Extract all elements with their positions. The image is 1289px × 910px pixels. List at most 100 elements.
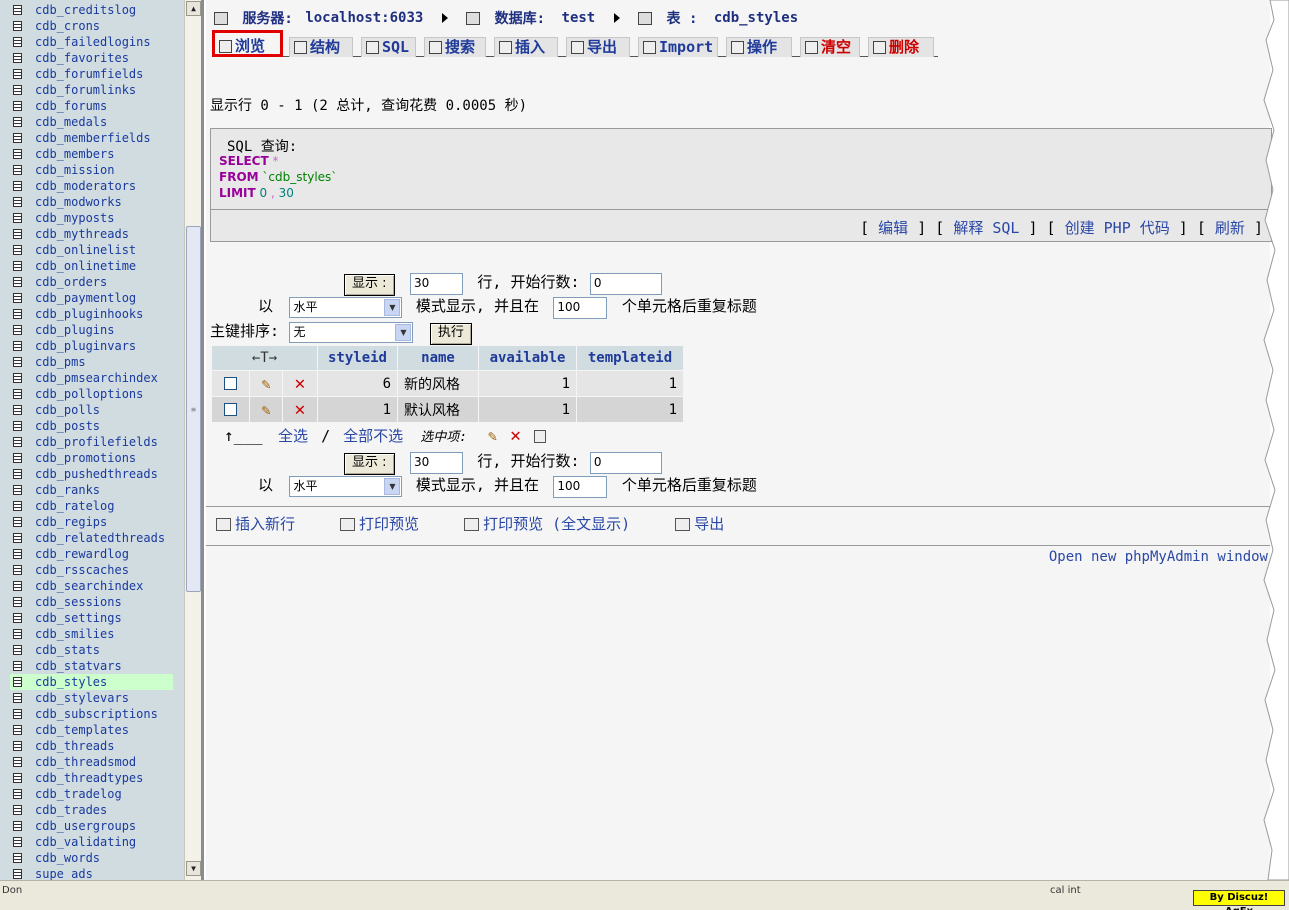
print-view-full-link[interactable]: 打印预览 (全文显示) <box>483 515 630 533</box>
table-icon[interactable] <box>13 837 22 847</box>
sidebar-table-link[interactable]: cdb_statvars <box>35 659 122 673</box>
sidebar-table-item[interactable]: cdb_templates <box>0 722 184 738</box>
export-selected-icon[interactable] <box>533 430 546 443</box>
sidebar-table-link[interactable]: cdb_smilies <box>35 627 114 641</box>
frame-divider[interactable] <box>201 0 204 880</box>
display-mode-select[interactable]: 水平 ▼ <box>289 476 403 497</box>
sidebar-table-link[interactable]: cdb_memberfields <box>35 131 151 145</box>
table-icon[interactable] <box>13 613 22 623</box>
table-icon[interactable] <box>13 149 22 159</box>
tab-export[interactable]: 导出 <box>566 37 630 57</box>
edit-pencil-icon[interactable]: ✎ <box>262 401 271 419</box>
rows-input[interactable]: 30 <box>409 273 463 295</box>
sidebar-table-link[interactable]: cdb_templates <box>35 723 129 737</box>
sidebar-table-link[interactable]: cdb_plugins <box>35 323 114 337</box>
print-view-link[interactable]: 打印预览 <box>359 515 419 533</box>
sidebar-table-item[interactable]: cdb_moderators <box>0 178 184 194</box>
sidebar-table-item[interactable]: cdb_searchindex <box>0 578 184 594</box>
sidebar-table-item[interactable]: cdb_stats <box>0 642 184 658</box>
create-php-link[interactable]: 创建 PHP 代码 <box>1065 219 1170 237</box>
sidebar-table-link[interactable]: cdb_sessions <box>35 595 122 609</box>
sidebar-table-link[interactable]: cdb_mission <box>35 163 114 177</box>
sidebar-table-link[interactable]: cdb_pluginvars <box>35 339 136 353</box>
sidebar-table-link[interactable]: cdb_members <box>35 147 114 161</box>
sidebar-table-link[interactable]: cdb_forumfields <box>35 67 143 81</box>
sidebar-table-link[interactable]: cdb_threads <box>35 739 114 753</box>
table-icon[interactable] <box>13 325 22 335</box>
table-icon[interactable] <box>13 805 22 815</box>
sidebar-table-link[interactable]: cdb_failedlogins <box>35 35 151 49</box>
table-icon[interactable] <box>13 421 22 431</box>
sidebar-table-item[interactable]: cdb_trades <box>0 802 184 818</box>
column-arrows[interactable]: ←T→ <box>212 346 317 370</box>
table-icon[interactable] <box>13 85 22 95</box>
sidebar-scrollbar[interactable]: ▲ ≡ ▼ <box>184 0 201 880</box>
sidebar-table-item[interactable]: cdb_usergroups <box>0 818 184 834</box>
sidebar-table-link[interactable]: cdb_trades <box>35 803 107 817</box>
sidebar-table-link[interactable]: cdb_onlinetime <box>35 259 136 273</box>
sidebar-table-link[interactable]: cdb_usergroups <box>35 819 136 833</box>
sidebar-table-item[interactable]: cdb_forumlinks <box>0 82 184 98</box>
sidebar-table-link[interactable]: cdb_polloptions <box>35 387 143 401</box>
sidebar-table-item[interactable]: cdb_threadtypes <box>0 770 184 786</box>
rows-input[interactable]: 30 <box>409 452 463 474</box>
row-checkbox[interactable] <box>224 377 238 390</box>
sidebar-table-item[interactable]: cdb_styles <box>0 674 184 690</box>
sidebar-table-item[interactable]: cdb_members <box>0 146 184 162</box>
sidebar-table-link[interactable]: cdb_pushedthreads <box>35 467 158 481</box>
table-icon[interactable] <box>13 485 22 495</box>
table-icon[interactable] <box>13 37 22 47</box>
sidebar-table-item[interactable]: cdb_promotions <box>0 450 184 466</box>
table-icon[interactable] <box>13 101 22 111</box>
sidebar-table-link[interactable]: cdb_subscriptions <box>35 707 158 721</box>
sidebar-table-item[interactable]: cdb_polls <box>0 402 184 418</box>
sidebar-table-link[interactable]: cdb_tradelog <box>35 787 122 801</box>
sidebar-table-item[interactable]: cdb_threads <box>0 738 184 754</box>
table-icon[interactable] <box>13 437 22 447</box>
scroll-down-button[interactable]: ▼ <box>186 861 201 876</box>
sidebar-table-item[interactable]: cdb_paymentlog <box>0 290 184 306</box>
table-icon[interactable] <box>13 581 22 591</box>
table-icon[interactable] <box>13 373 22 383</box>
export-link[interactable]: 导出 <box>694 515 724 533</box>
table-icon[interactable] <box>13 517 22 527</box>
sort-select[interactable]: 无 ▼ <box>289 322 414 343</box>
table-icon[interactable] <box>13 869 22 879</box>
sidebar-table-link[interactable]: cdb_pluginhooks <box>35 307 143 321</box>
sidebar-table-item[interactable]: cdb_stylevars <box>0 690 184 706</box>
table-link[interactable]: cdb_styles <box>714 10 798 26</box>
table-icon[interactable] <box>13 309 22 319</box>
table-icon[interactable] <box>13 709 22 719</box>
sidebar-table-link[interactable]: cdb_validating <box>35 835 136 849</box>
delete-x-icon[interactable]: ✕ <box>294 373 305 394</box>
tab-sql[interactable]: SQL <box>361 37 416 57</box>
sidebar-table-item[interactable]: cdb_tradelog <box>0 786 184 802</box>
display-mode-select[interactable]: 水平 ▼ <box>289 297 403 318</box>
sidebar-table-link[interactable]: supe_ads <box>35 867 93 880</box>
sidebar-table-item[interactable]: cdb_myposts <box>0 210 184 226</box>
go-button[interactable]: 执行 <box>429 323 472 345</box>
table-icon[interactable] <box>13 197 22 207</box>
sidebar-table-item[interactable]: cdb_ratelog <box>0 498 184 514</box>
sidebar-table-link[interactable]: cdb_orders <box>35 275 107 289</box>
sidebar-table-item[interactable]: cdb_memberfields <box>0 130 184 146</box>
table-icon[interactable] <box>13 229 22 239</box>
sidebar-table-item[interactable]: cdb_forums <box>0 98 184 114</box>
sidebar-table-link[interactable]: cdb_myposts <box>35 211 114 225</box>
table-icon[interactable] <box>13 341 22 351</box>
start-row-input[interactable]: 0 <box>589 273 662 295</box>
sidebar-table-link[interactable]: cdb_onlinelist <box>35 243 136 257</box>
table-icon[interactable] <box>13 821 22 831</box>
sidebar-table-item[interactable]: cdb_pluginvars <box>0 338 184 354</box>
sidebar-table-link[interactable]: cdb_medals <box>35 115 107 129</box>
row-checkbox[interactable] <box>224 403 238 416</box>
sidebar-table-item[interactable]: cdb_validating <box>0 834 184 850</box>
sidebar-table-link[interactable]: cdb_mythreads <box>35 227 129 241</box>
sidebar-table-item[interactable]: cdb_polloptions <box>0 386 184 402</box>
sidebar-table-link[interactable]: cdb_pms <box>35 355 86 369</box>
sidebar-table-item[interactable]: cdb_plugins <box>0 322 184 338</box>
tab-drop[interactable]: 删除 <box>868 37 934 57</box>
sidebar-table-item[interactable]: supe_ads <box>0 866 184 880</box>
tab-empty[interactable]: 清空 <box>800 37 860 57</box>
sidebar-table-item[interactable]: cdb_mission <box>0 162 184 178</box>
